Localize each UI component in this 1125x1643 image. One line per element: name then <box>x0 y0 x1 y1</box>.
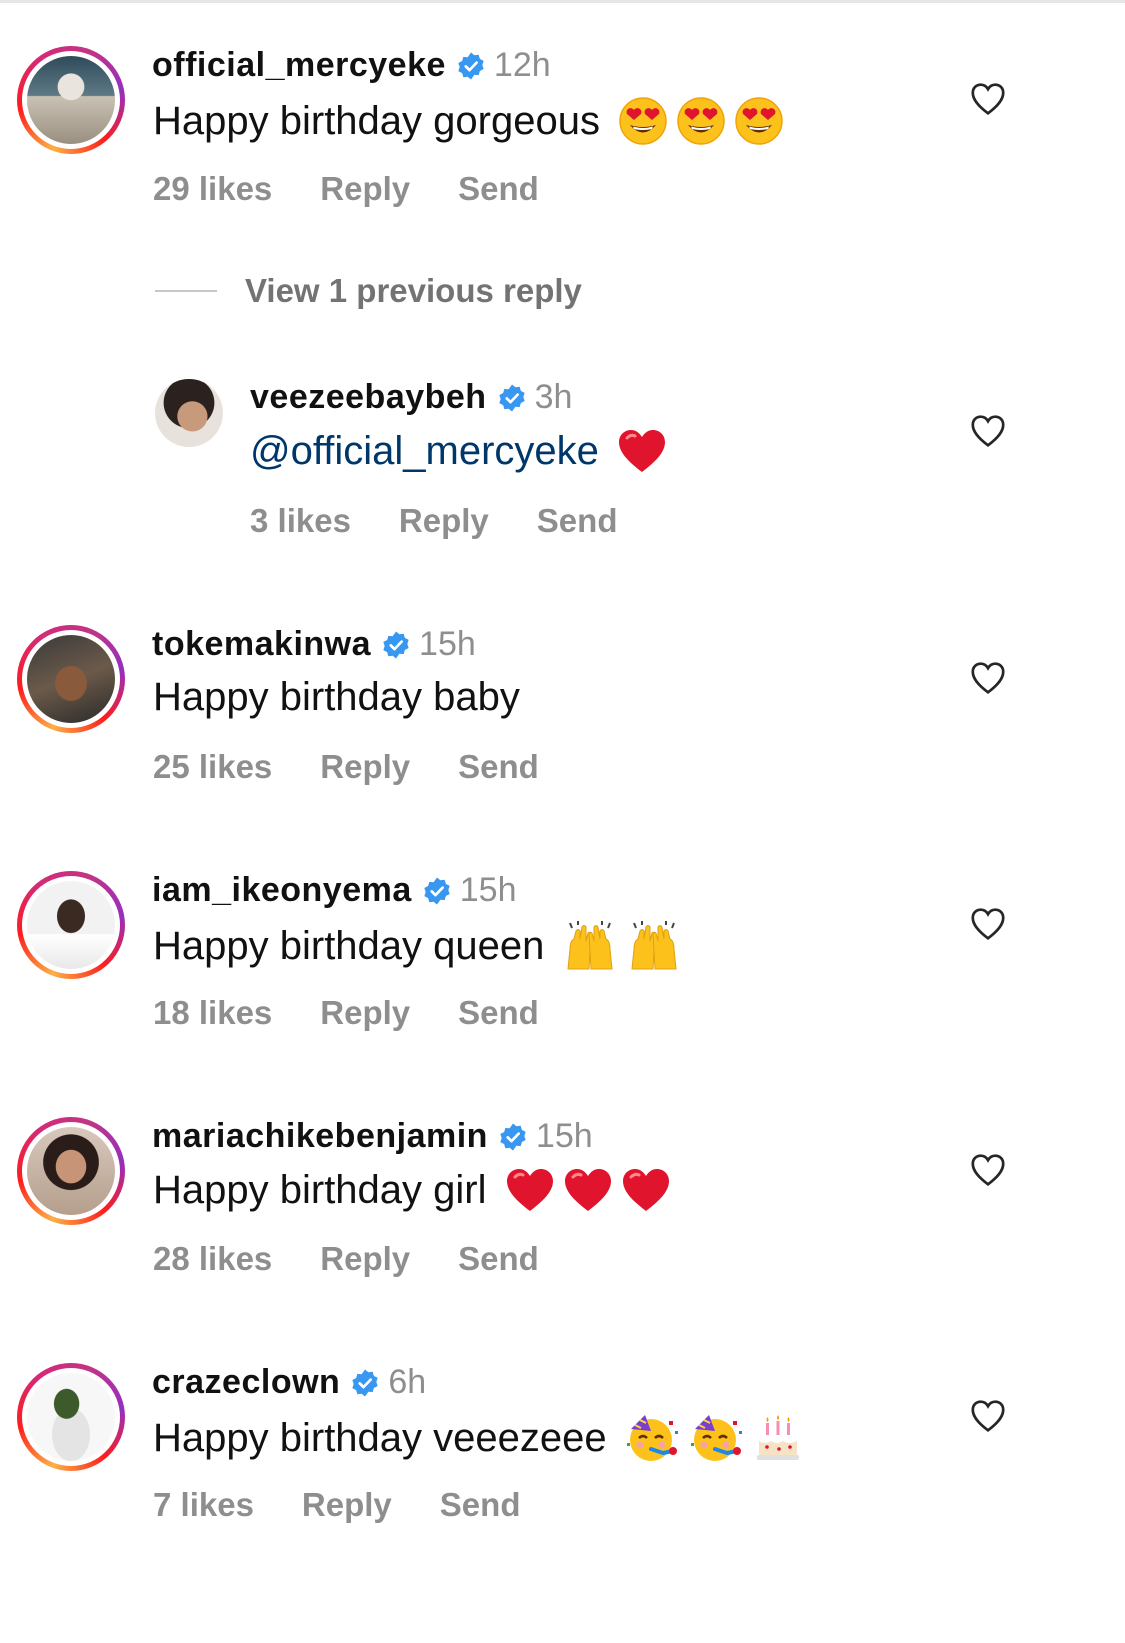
verified-badge-icon <box>422 876 452 906</box>
red-heart-emoji <box>621 1167 671 1213</box>
like-heart-icon[interactable] <box>970 661 1006 695</box>
likes-count[interactable]: 7 likes <box>153 1486 254 1524</box>
comment-text: Happy birthday girl <box>153 1167 487 1212</box>
send-button[interactable]: Send <box>458 748 539 786</box>
likes-count[interactable]: 28 likes <box>153 1240 272 1278</box>
avatar-story-ring[interactable] <box>17 46 125 154</box>
red-heart-emoji <box>563 1167 613 1213</box>
verified-badge-icon <box>456 51 486 81</box>
view-replies-label[interactable]: View 1 previous reply <box>245 272 582 310</box>
send-button[interactable]: Send <box>458 994 539 1032</box>
red-heart-emoji <box>505 1167 555 1213</box>
reply-button[interactable]: Reply <box>320 1240 410 1278</box>
reply-button[interactable]: Reply <box>320 748 410 786</box>
mention-link[interactable]: @official_mercyeke <box>250 429 599 474</box>
verified-badge-icon <box>381 630 411 660</box>
avatar <box>27 56 115 144</box>
username[interactable]: crazeclown <box>152 1363 340 1402</box>
username[interactable]: official_mercyeke <box>152 46 446 85</box>
timestamp[interactable]: 15h <box>460 871 517 910</box>
reply-button[interactable]: Reply <box>320 170 410 208</box>
avatar <box>27 881 115 969</box>
comment-text: Happy birthday queen <box>153 923 545 968</box>
like-heart-icon[interactable] <box>970 1153 1006 1187</box>
like-heart-icon[interactable] <box>970 1399 1006 1433</box>
timestamp[interactable]: 6h <box>388 1363 426 1402</box>
like-heart-icon[interactable] <box>970 82 1006 116</box>
avatar-story-ring[interactable] <box>17 625 125 733</box>
likes-count[interactable]: 18 likes <box>153 994 272 1032</box>
replies-divider <box>155 290 217 292</box>
username[interactable]: tokemakinwa <box>152 625 371 664</box>
timestamp[interactable]: 15h <box>419 625 476 664</box>
likes-count[interactable]: 25 likes <box>153 748 272 786</box>
view-previous-replies[interactable]: View 1 previous reply <box>155 272 582 310</box>
avatar <box>27 1127 115 1215</box>
avatar-story-ring[interactable] <box>17 871 125 979</box>
heart-eyes-emoji <box>676 96 726 146</box>
raising-hands-emoji <box>626 921 682 971</box>
like-heart-icon[interactable] <box>970 907 1006 941</box>
avatar-story-ring[interactable] <box>17 1363 125 1471</box>
avatar <box>27 635 115 723</box>
comment-text: Happy birthday gorgeous <box>153 98 600 143</box>
heart-eyes-emoji <box>618 96 668 146</box>
send-button[interactable]: Send <box>458 170 539 208</box>
timestamp[interactable]: 3h <box>535 378 573 417</box>
reply-button[interactable]: Reply <box>399 502 489 540</box>
verified-badge-icon <box>497 383 527 413</box>
avatar-story-ring[interactable] <box>17 1117 125 1225</box>
avatar <box>27 1373 115 1461</box>
avatar[interactable] <box>155 379 223 447</box>
red-heart-emoji <box>617 428 667 474</box>
send-button[interactable]: Send <box>440 1486 521 1524</box>
comment-text: Happy birthday baby <box>153 675 520 719</box>
timestamp[interactable]: 12h <box>494 46 551 85</box>
username[interactable]: iam_ikeonyema <box>152 871 412 910</box>
likes-count[interactable]: 29 likes <box>153 170 272 208</box>
comment-text: Happy birthday veeezeee <box>153 1415 607 1460</box>
username[interactable]: veezeebaybeh <box>250 378 487 417</box>
raising-hands-emoji <box>562 921 618 971</box>
partying-face-emoji <box>689 1413 745 1463</box>
birthday-cake-emoji <box>753 1413 803 1463</box>
timestamp[interactable]: 15h <box>536 1117 593 1156</box>
top-divider <box>0 0 1125 3</box>
like-heart-icon[interactable] <box>970 414 1006 448</box>
partying-face-emoji <box>625 1413 681 1463</box>
likes-count[interactable]: 3 likes <box>250 502 351 540</box>
reply-button[interactable]: Reply <box>320 994 410 1032</box>
verified-badge-icon <box>498 1122 528 1152</box>
reply-button[interactable]: Reply <box>302 1486 392 1524</box>
heart-eyes-emoji <box>734 96 784 146</box>
send-button[interactable]: Send <box>537 502 618 540</box>
send-button[interactable]: Send <box>458 1240 539 1278</box>
username[interactable]: mariachikebenjamin <box>152 1117 488 1156</box>
verified-badge-icon <box>350 1368 380 1398</box>
